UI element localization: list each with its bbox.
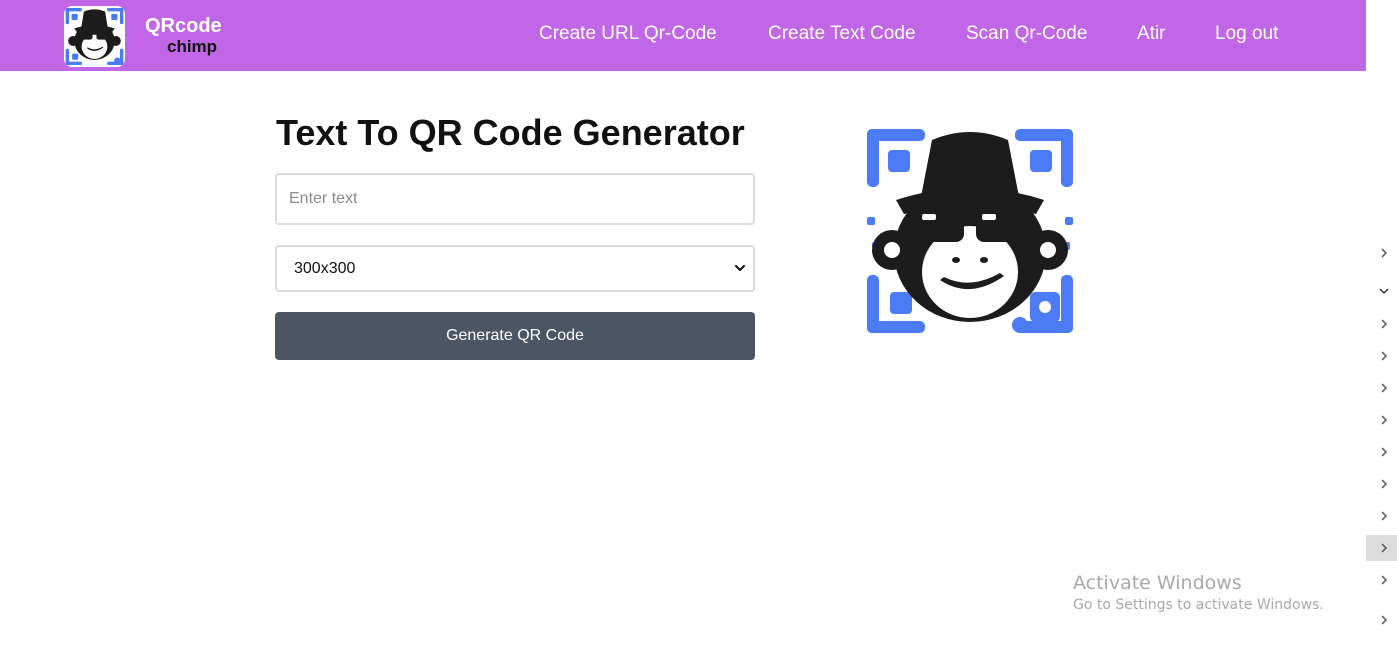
- chevron-right-icon: [1381, 383, 1388, 393]
- side-row[interactable]: [1366, 567, 1397, 593]
- nav-user[interactable]: Atir: [1137, 23, 1166, 45]
- text-input[interactable]: [275, 173, 755, 225]
- navbar: QRcode chimp Create URL Qr-Code Create T…: [0, 0, 1366, 71]
- chevron-right-icon: [1381, 248, 1388, 258]
- side-row[interactable]: [1366, 407, 1397, 433]
- nav-create-text-code[interactable]: Create Text Code: [768, 23, 916, 45]
- chevron-right-icon: [1381, 615, 1388, 625]
- generate-qr-button[interactable]: Generate QR Code: [275, 312, 755, 360]
- brand-logo[interactable]: [64, 6, 125, 67]
- side-row[interactable]: [1366, 240, 1397, 266]
- brand-subname: chimp: [167, 37, 218, 56]
- side-row[interactable]: [1366, 343, 1397, 369]
- chevron-right-icon: [1381, 511, 1388, 521]
- chevron-right-icon: [1381, 447, 1388, 457]
- side-row[interactable]: [1366, 607, 1397, 633]
- chevron-right-icon: [1381, 479, 1388, 489]
- chevron-right-icon: [1381, 415, 1388, 425]
- nav-create-url-qr[interactable]: Create URL Qr-Code: [539, 23, 717, 45]
- side-row-selected[interactable]: [1366, 535, 1397, 561]
- chevron-right-icon: [1381, 543, 1388, 553]
- activate-windows-subtitle: Go to Settings to activate Windows.: [1073, 597, 1324, 613]
- side-row[interactable]: [1366, 278, 1397, 304]
- side-row[interactable]: [1366, 503, 1397, 529]
- side-row[interactable]: [1366, 311, 1397, 337]
- nav-scan-qr[interactable]: Scan Qr-Code: [966, 23, 1087, 45]
- activate-windows-title: Activate Windows: [1073, 572, 1242, 594]
- nav-logout[interactable]: Log out: [1215, 23, 1278, 45]
- page-title: Text To QR Code Generator: [276, 112, 745, 153]
- side-row[interactable]: [1366, 439, 1397, 465]
- size-select-value: 300x300: [294, 260, 356, 277]
- chevron-right-icon: [1381, 575, 1388, 585]
- side-row[interactable]: [1366, 375, 1397, 401]
- size-select[interactable]: 300x300: [275, 245, 755, 292]
- side-row[interactable]: [1366, 471, 1397, 497]
- chevron-down-icon: [1379, 288, 1389, 295]
- chevron-right-icon: [1381, 319, 1388, 329]
- chimp-logo-icon: [65, 7, 124, 66]
- qr-preview-image: [867, 129, 1073, 333]
- brand-name: QRcode: [145, 15, 222, 37]
- chevron-down-icon: [735, 265, 745, 271]
- generate-qr-label: Generate QR Code: [446, 327, 584, 344]
- chevron-right-icon: [1381, 351, 1388, 361]
